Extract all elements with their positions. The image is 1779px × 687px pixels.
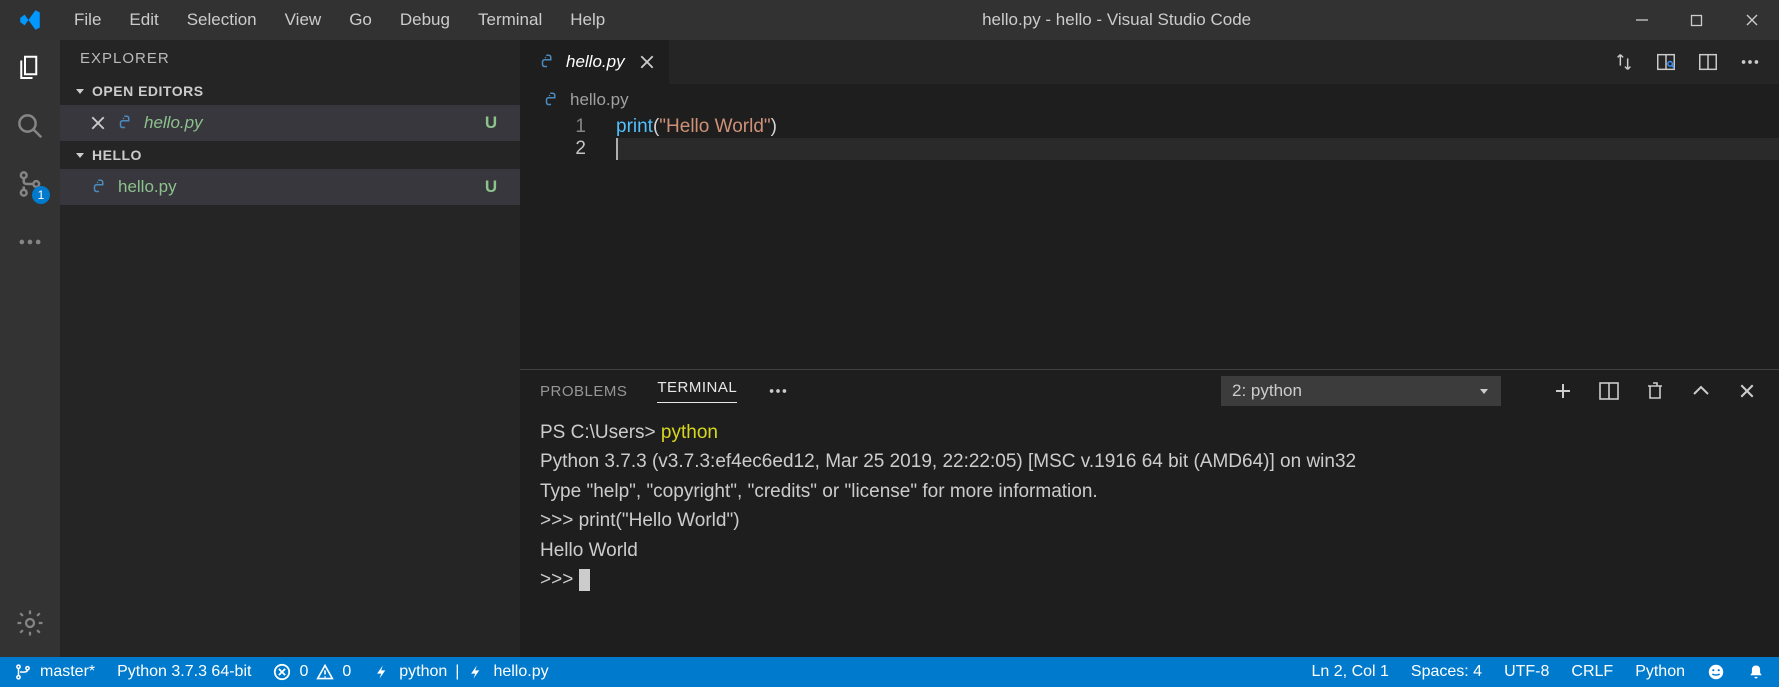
menu-file[interactable]: File (60, 10, 115, 30)
activity-bar: 1 (0, 40, 60, 657)
zap-icon (467, 663, 485, 681)
editor-tab-bar: hello.py (520, 40, 1779, 84)
more-icon[interactable] (14, 226, 46, 258)
open-editor-item[interactable]: hello.py U (60, 105, 520, 141)
status-indent[interactable]: Spaces: 4 (1411, 663, 1482, 681)
zap-icon (373, 663, 391, 681)
menu-terminal[interactable]: Terminal (464, 10, 556, 30)
editor-tab-label: hello.py (566, 52, 625, 72)
line-number: 1 (520, 116, 616, 138)
feedback-smiley-icon[interactable] (1707, 663, 1725, 681)
file-tree-filename: hello.py (118, 177, 472, 197)
status-bar: master* Python 3.7.3 64-bit 0 0 python |… (0, 657, 1779, 687)
status-encoding[interactable]: UTF-8 (1504, 663, 1549, 681)
status-cursor-pos[interactable]: Ln 2, Col 1 (1312, 663, 1389, 681)
open-editor-filename: hello.py (144, 113, 472, 133)
open-preview-icon[interactable] (1655, 51, 1677, 73)
menu-bar: File Edit Selection View Go Debug Termin… (0, 0, 1779, 40)
status-python-env[interactable]: python | hello.py (373, 663, 548, 681)
window-title: hello.py - hello - Visual Studio Code (619, 10, 1614, 30)
folder-label: HELLO (92, 147, 142, 163)
terminal-output[interactable]: PS C:\Users> python Python 3.7.3 (v3.7.3… (520, 412, 1779, 657)
window-minimize-button[interactable] (1614, 0, 1669, 40)
explorer-sidebar: EXPLORER OPEN EDITORS hello.py U HELLO h… (60, 40, 520, 657)
file-tree-git-badge: U (482, 177, 500, 197)
file-tree-item[interactable]: hello.py U (60, 169, 520, 205)
sidebar-title: EXPLORER (60, 40, 520, 77)
panel-tab-terminal[interactable]: TERMINAL (657, 379, 737, 403)
python-file-icon (116, 114, 134, 132)
editor-tab[interactable]: hello.py (520, 40, 670, 84)
code-line: print("Hello World") (616, 116, 1779, 138)
error-icon (273, 663, 291, 681)
status-interpreter[interactable]: Python 3.7.3 64-bit (117, 663, 251, 681)
warning-icon (316, 663, 334, 681)
code-editor[interactable]: 1 print("Hello World") 2 (520, 116, 1779, 369)
status-problems[interactable]: 0 0 (273, 663, 351, 681)
terminal-selector[interactable]: 2: python (1221, 376, 1501, 406)
status-branch[interactable]: master* (14, 663, 95, 681)
python-file-icon (538, 53, 556, 71)
python-file-icon (542, 91, 560, 109)
open-editors-label: OPEN EDITORS (92, 83, 204, 99)
menu-go[interactable]: Go (335, 10, 386, 30)
open-editors-header[interactable]: OPEN EDITORS (60, 77, 520, 105)
python-file-icon (90, 178, 108, 196)
breadcrumb-file: hello.py (570, 90, 629, 110)
close-editor-icon[interactable] (90, 115, 106, 131)
menu-help[interactable]: Help (556, 10, 619, 30)
kill-terminal-icon[interactable] (1641, 381, 1669, 401)
status-language[interactable]: Python (1635, 663, 1685, 681)
menu-items: File Edit Selection View Go Debug Termin… (60, 10, 619, 30)
compare-changes-icon[interactable] (1613, 51, 1635, 73)
panel-tab-bar: PROBLEMS TERMINAL 2: python (520, 370, 1779, 412)
scm-badge: 1 (32, 186, 50, 204)
menu-selection[interactable]: Selection (173, 10, 271, 30)
split-editor-icon[interactable] (1697, 51, 1719, 73)
terminal-selector-label: 2: python (1232, 381, 1302, 401)
close-panel-icon[interactable] (1733, 383, 1761, 399)
source-control-icon[interactable]: 1 (14, 168, 46, 200)
open-editor-git-badge: U (482, 113, 500, 133)
vscode-logo-icon (0, 7, 60, 33)
panel-tab-problems[interactable]: PROBLEMS (540, 383, 627, 400)
menu-edit[interactable]: Edit (115, 10, 172, 30)
bottom-panel: PROBLEMS TERMINAL 2: python PS C:\Users>… (520, 369, 1779, 657)
explorer-icon[interactable] (14, 52, 46, 84)
editor-more-icon[interactable] (1739, 51, 1761, 73)
panel-tab-more-icon[interactable] (767, 380, 789, 402)
menu-view[interactable]: View (271, 10, 336, 30)
new-terminal-icon[interactable] (1549, 382, 1577, 400)
chevron-down-icon (1478, 385, 1490, 397)
code-line (616, 138, 1779, 160)
settings-gear-icon[interactable] (14, 607, 46, 639)
window-maximize-button[interactable] (1669, 0, 1724, 40)
git-branch-icon (14, 663, 32, 681)
notifications-bell-icon[interactable] (1747, 663, 1765, 681)
maximize-panel-icon[interactable] (1687, 385, 1715, 397)
menu-debug[interactable]: Debug (386, 10, 464, 30)
folder-header[interactable]: HELLO (60, 141, 520, 169)
window-close-button[interactable] (1724, 0, 1779, 40)
split-terminal-icon[interactable] (1595, 382, 1623, 400)
close-tab-icon[interactable] (639, 54, 655, 70)
breadcrumb[interactable]: hello.py (520, 84, 1779, 116)
status-eol[interactable]: CRLF (1571, 663, 1613, 681)
line-number: 2 (520, 138, 616, 160)
search-icon[interactable] (14, 110, 46, 142)
